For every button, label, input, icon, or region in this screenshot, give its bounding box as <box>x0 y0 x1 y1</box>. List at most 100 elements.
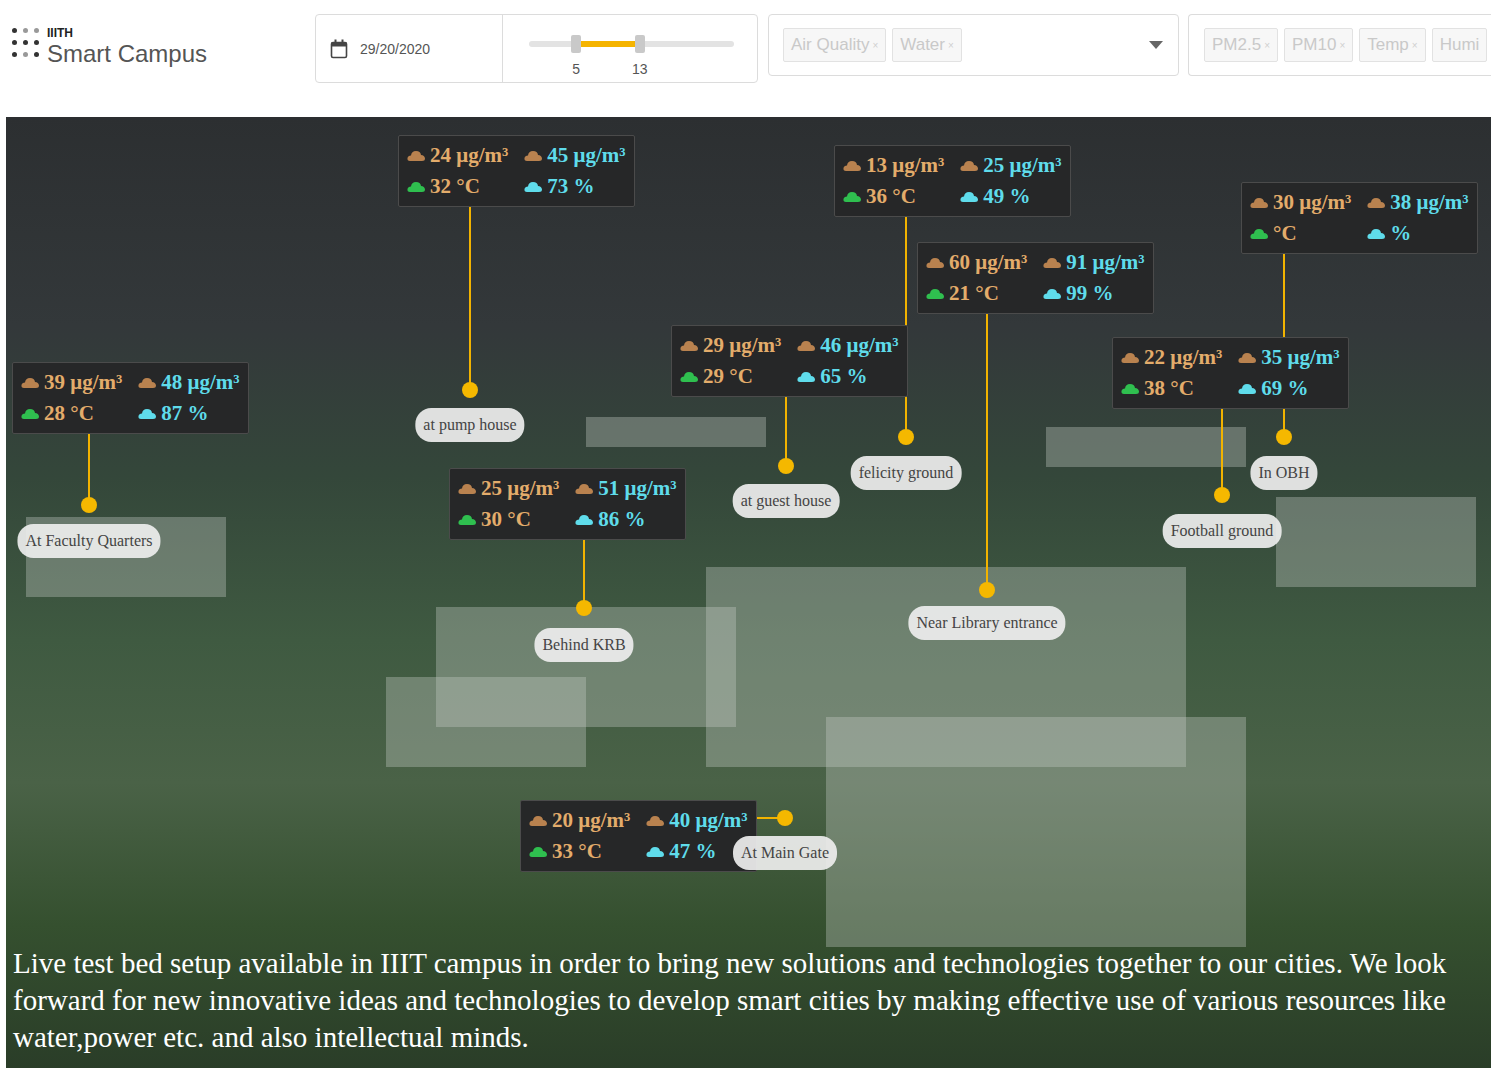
location-label[interactable]: felicity ground <box>851 456 962 490</box>
location-label[interactable]: at pump house <box>415 408 524 442</box>
filter-chip[interactable]: PM10× <box>1284 28 1353 62</box>
filter-chip[interactable]: Water× <box>892 28 962 62</box>
cloud-icon <box>1121 382 1139 395</box>
sensor-card[interactable]: 60 μg/m³91 μg/m³21 °C99 % <box>917 242 1154 314</box>
pm10-reading: 48 μg/m³ <box>138 370 239 395</box>
cloud-icon <box>926 287 944 300</box>
cloud-icon <box>646 845 664 858</box>
chip-label: Water <box>900 35 945 55</box>
pm10-reading: 25 μg/m³ <box>960 153 1061 178</box>
app-title: Smart Campus <box>47 40 207 68</box>
logo-dot <box>23 40 28 45</box>
pm10-reading-value: 91 μg/m³ <box>1066 250 1144 275</box>
date-range-filter: 29/20/2020 513 <box>315 14 758 83</box>
sensor-card[interactable]: 13 μg/m³25 μg/m³36 °C49 % <box>834 145 1071 217</box>
location-pin[interactable] <box>1214 487 1230 503</box>
chip-remove-button[interactable]: × <box>872 40 878 51</box>
chip-label: Temp <box>1367 35 1409 55</box>
building-area <box>1276 497 1476 587</box>
connector-line <box>88 432 90 505</box>
sensor-card[interactable]: 29 μg/m³46 μg/m³29 °C65 % <box>671 325 908 397</box>
temperature-reading-value: °C <box>1273 221 1297 246</box>
location-pin[interactable] <box>576 600 592 616</box>
chip-label: PM2.5 <box>1212 35 1261 55</box>
connector-line <box>1221 407 1223 495</box>
pm25-reading: 29 μg/m³ <box>680 333 781 358</box>
sensor-card[interactable]: 24 μg/m³45 μg/m³32 °C73 % <box>398 135 635 207</box>
location-pin[interactable] <box>462 382 478 398</box>
sensor-card[interactable]: 22 μg/m³35 μg/m³38 °C69 % <box>1112 337 1349 409</box>
pm25-reading-value: 22 μg/m³ <box>1144 345 1222 370</box>
chip-label: Humi <box>1440 35 1480 55</box>
filter-chip[interactable]: Humi <box>1432 28 1488 62</box>
chip-remove-button[interactable]: × <box>1264 40 1270 51</box>
logo[interactable]: IIITHSmart Campus <box>0 14 315 68</box>
cloud-icon <box>843 159 861 172</box>
filter-chip[interactable]: PM2.5× <box>1204 28 1278 62</box>
cloud-icon <box>843 190 861 203</box>
slider-track[interactable]: 513 <box>529 41 734 47</box>
cloud-icon <box>407 149 425 162</box>
logo-dot <box>34 40 39 45</box>
date-picker[interactable]: 29/20/2020 <box>316 15 503 82</box>
location-pin[interactable] <box>898 429 914 445</box>
logo-dot <box>12 52 17 57</box>
slider-end-handle[interactable] <box>635 35 645 53</box>
cloud-icon <box>138 376 156 389</box>
chip-remove-button[interactable]: × <box>1339 40 1345 51</box>
temperature-reading: 30 °C <box>458 507 559 532</box>
humidity-reading-value: % <box>1390 221 1411 246</box>
humidity-reading-value: 69 % <box>1261 376 1308 401</box>
sensor-card[interactable]: 30 μg/m³38 μg/m³°C% <box>1241 182 1478 254</box>
pm10-reading: 91 μg/m³ <box>1043 250 1144 275</box>
pm10-reading: 45 μg/m³ <box>524 143 625 168</box>
filter-chip[interactable]: Air Quality× <box>783 28 886 62</box>
location-pin[interactable] <box>778 458 794 474</box>
humidity-reading: 99 % <box>1043 281 1144 306</box>
filter-chip[interactable]: Temp× <box>1359 28 1425 62</box>
building-area <box>586 417 766 447</box>
location-label[interactable]: Near Library entrance <box>908 606 1065 640</box>
temperature-reading-value: 30 °C <box>481 507 531 532</box>
location-pin[interactable] <box>81 497 97 513</box>
chip-remove-button[interactable]: × <box>1412 40 1418 51</box>
sensor-card[interactable]: 39 μg/m³48 μg/m³28 °C87 % <box>12 362 249 434</box>
metric-select[interactable]: PM2.5×PM10×Temp×Humi <box>1188 14 1491 76</box>
cloud-icon <box>1250 227 1268 240</box>
cloud-icon <box>646 814 664 827</box>
temperature-reading: 36 °C <box>843 184 944 209</box>
temperature-reading: 32 °C <box>407 174 508 199</box>
building-area <box>386 677 586 767</box>
sensor-card[interactable]: 20 μg/m³40 μg/m³33 °C47 % <box>520 800 757 872</box>
temperature-reading-value: 38 °C <box>1144 376 1194 401</box>
cloud-icon <box>1121 351 1139 364</box>
cloud-icon <box>21 407 39 420</box>
slider-max-label: 13 <box>632 61 648 77</box>
temperature-reading: 21 °C <box>926 281 1027 306</box>
location-label[interactable]: at guest house <box>733 484 840 518</box>
location-label[interactable]: In OBH <box>1250 456 1317 490</box>
pm25-reading: 22 μg/m³ <box>1121 345 1222 370</box>
cloud-icon <box>960 190 978 203</box>
sensor-card[interactable]: 25 μg/m³51 μg/m³30 °C86 % <box>449 468 686 540</box>
location-pin[interactable] <box>1276 429 1292 445</box>
temperature-reading-value: 33 °C <box>552 839 602 864</box>
logo-dot <box>34 28 39 33</box>
hour-range-slider[interactable]: 513 <box>503 15 757 82</box>
cloud-icon <box>529 814 547 827</box>
location-label[interactable]: Football ground <box>1163 514 1282 548</box>
cloud-icon <box>575 482 593 495</box>
location-label[interactable]: Behind KRB <box>534 628 633 662</box>
location-label[interactable]: At Main Gate <box>733 836 837 870</box>
cloud-icon <box>138 407 156 420</box>
location-pin[interactable] <box>777 810 793 826</box>
category-select[interactable]: Air Quality×Water× <box>768 14 1179 76</box>
chip-remove-button[interactable]: × <box>948 40 954 51</box>
location-pin[interactable] <box>979 582 995 598</box>
slider-start-handle[interactable] <box>571 35 581 53</box>
pm10-reading-value: 51 μg/m³ <box>598 476 676 501</box>
location-label[interactable]: At Faculty Quarters <box>17 524 160 558</box>
date-value[interactable]: 29/20/2020 <box>360 41 430 57</box>
cloud-icon <box>458 482 476 495</box>
humidity-reading: 49 % <box>960 184 1061 209</box>
